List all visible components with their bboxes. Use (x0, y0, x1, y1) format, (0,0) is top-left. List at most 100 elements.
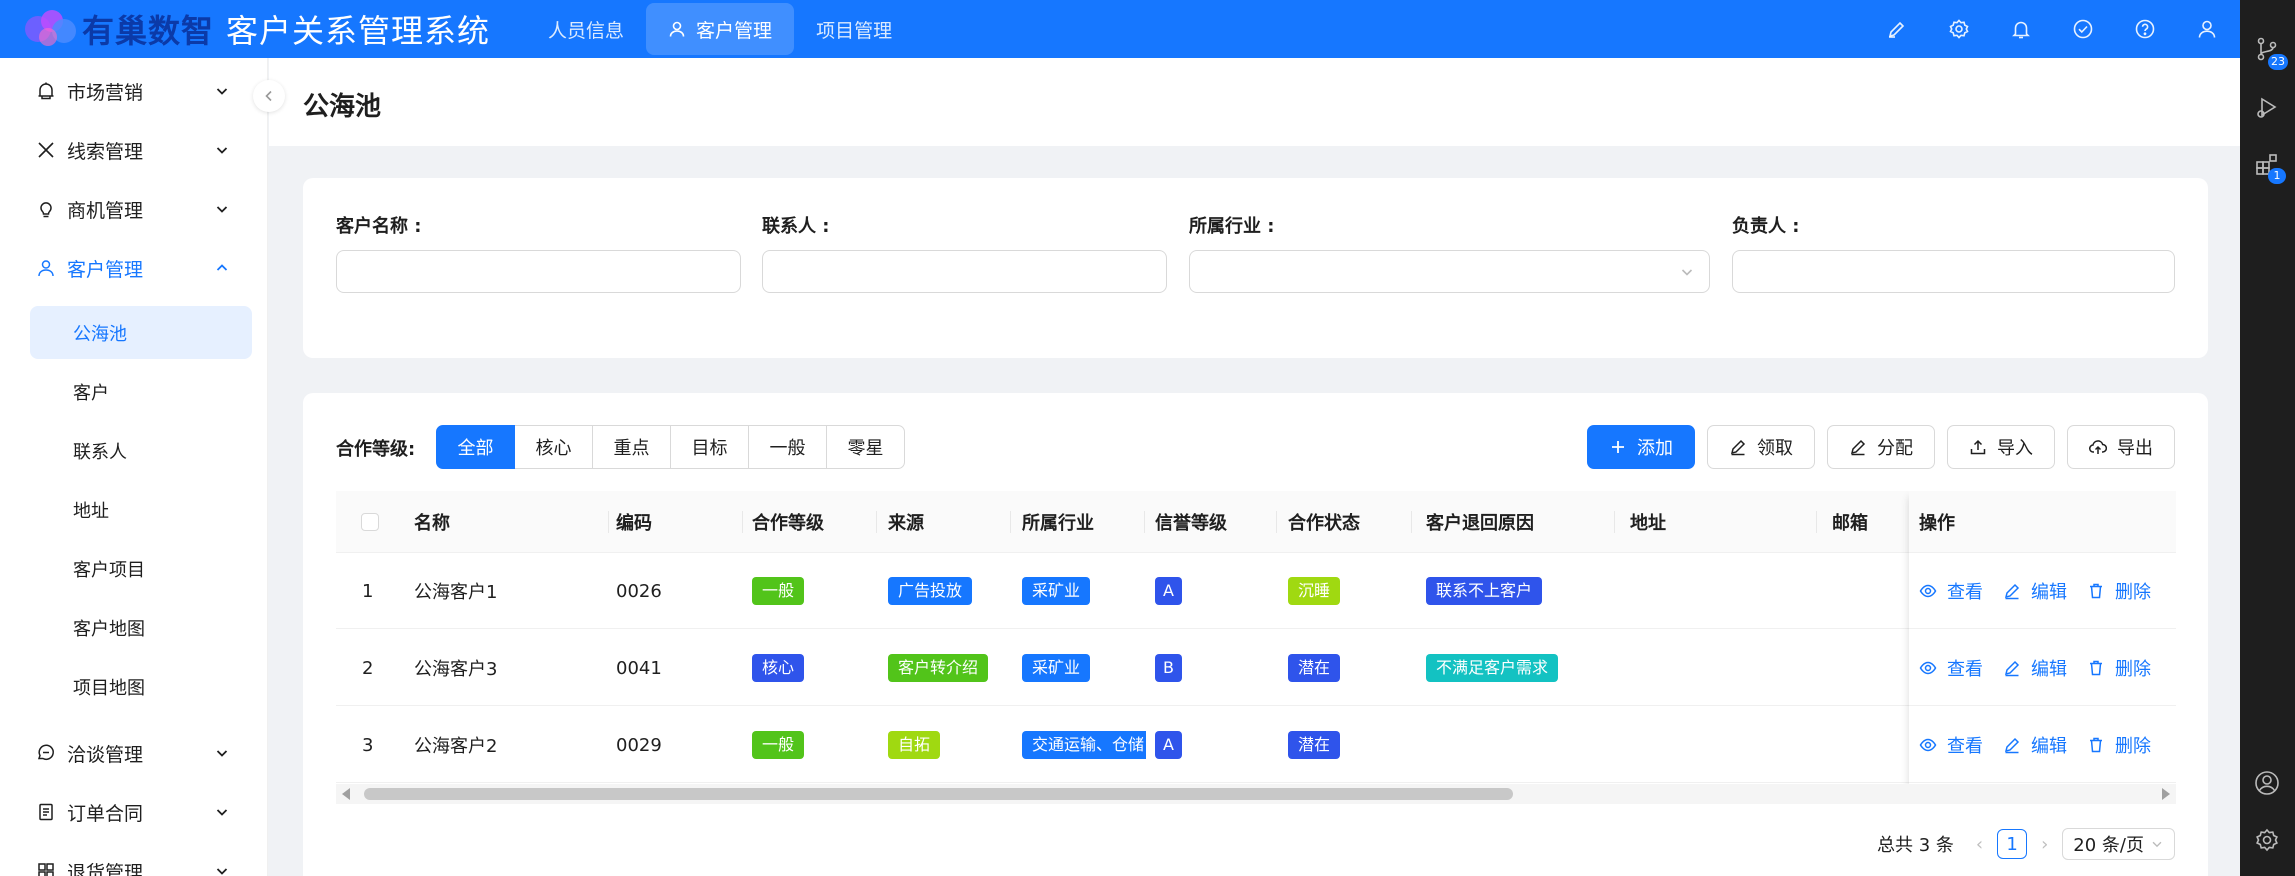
manage-gear-icon[interactable] (2254, 827, 2280, 853)
level-tag: 一般 (752, 577, 805, 605)
sidebar-item-label: 客户管理 (67, 258, 144, 281)
delete-link[interactable]: 删除 (2087, 655, 2151, 681)
sidebar-item-label: 退货管理 (67, 861, 144, 876)
brush-icon[interactable] (1886, 18, 1908, 40)
top-nav-projects[interactable]: 项目管理 (794, 3, 914, 55)
top-nav-label: 人员信息 (548, 19, 625, 42)
help-icon[interactable] (2134, 18, 2156, 40)
owner-label: 负责人 : (1732, 216, 1800, 237)
export-button[interactable]: 导出 (2067, 425, 2175, 469)
table-card: 合作等级: 全部 核心 重点 目标 一般 零星 添加 领取 分配 导入 导出 名… (303, 393, 2208, 876)
level-filter-core[interactable]: 核心 (514, 425, 593, 469)
import-button[interactable]: 导入 (1947, 425, 2055, 469)
checkbox[interactable] (361, 513, 379, 531)
source-tag: 客户转介绍 (888, 654, 989, 682)
edit-icon (2004, 583, 2020, 599)
view-link[interactable]: 查看 (1919, 578, 1983, 604)
credit-tag: B (1155, 654, 1182, 682)
sidebar-item-negotiation[interactable]: 洽谈管理 (0, 724, 268, 782)
level-filter-key[interactable]: 重点 (592, 425, 671, 469)
column-divider (1411, 511, 1412, 533)
sidebar-subitem-customer-map[interactable]: 客户地图 (30, 601, 252, 654)
customer-name-input[interactable] (336, 250, 741, 293)
row-index: 1 (362, 580, 374, 602)
sidebar-collapse-button[interactable] (253, 80, 285, 112)
level-filter-general[interactable]: 一般 (748, 425, 827, 469)
level-filter-target[interactable]: 目标 (670, 425, 749, 469)
sidebar-subitem-project-map[interactable]: 项目地图 (30, 660, 252, 713)
extensions-badge: 1 (2268, 168, 2286, 184)
select-all-checkbox[interactable] (361, 491, 379, 553)
sidebar-subitem-label: 客户项目 (73, 559, 145, 581)
chevron-down-icon (216, 88, 228, 95)
view-link[interactable]: 查看 (1919, 732, 1983, 758)
table-row[interactable]: 2 公海客户3 0041 核心 客户转介绍 采矿业 B 潜在 不满足客户需求 (336, 630, 2176, 706)
prev-page-icon[interactable]: ‹ (1976, 834, 1983, 855)
sidebar-subitem-customer-projects[interactable]: 客户项目 (30, 542, 252, 595)
sidebar-item-returns[interactable]: 退货管理 (0, 842, 268, 876)
chevron-down-icon (216, 809, 228, 816)
sidebar-item-customers[interactable]: 客户管理 (0, 239, 268, 297)
table-header: 名称 编码 合作等级 来源 所属行业 信誉等级 合作状态 客户退回原因 地址 邮… (336, 491, 2176, 553)
page-number-current[interactable]: 1 (1997, 829, 2028, 859)
table-row[interactable]: 3 公海客户2 0029 一般 自拓 交通运输、仓储 A 潜在 (336, 707, 2176, 783)
cooperation-level-label: 合作等级: (336, 439, 416, 460)
customer-name: 公海客户3 (414, 659, 498, 680)
scroll-right-arrow-icon[interactable] (2162, 788, 2170, 800)
edit-link[interactable]: 编辑 (2003, 732, 2067, 758)
delete-link[interactable]: 删除 (2087, 578, 2151, 604)
sidebar-subitem-public-pool[interactable]: 公海池 (30, 306, 252, 359)
horizontal-scrollbar[interactable] (336, 784, 2176, 804)
check-circle-icon[interactable] (2072, 18, 2094, 40)
run-debug-icon[interactable] (2254, 94, 2280, 120)
contact-input[interactable] (762, 250, 1167, 293)
industry-select[interactable] (1189, 250, 1710, 293)
claim-button[interactable]: 领取 (1707, 425, 1815, 469)
sidebar-item-marketing[interactable]: 市场营销 (0, 62, 268, 120)
add-button[interactable]: 添加 (1587, 425, 1695, 469)
sidebar-item-leads[interactable]: 线索管理 (0, 121, 268, 179)
owner-input[interactable] (1732, 250, 2175, 293)
edit-link[interactable]: 编辑 (2003, 655, 2067, 681)
top-nav-personnel[interactable]: 人员信息 (526, 3, 646, 55)
edit-link[interactable]: 编辑 (2003, 578, 2067, 604)
sidebar-subitem-label: 联系人 (73, 441, 127, 463)
table-row[interactable]: 1 公海客户1 0026 一般 广告投放 采矿业 A 沉睡 联系不上客户 (336, 553, 2176, 629)
source-tag: 广告投放 (888, 577, 973, 605)
user-icon (38, 260, 54, 277)
scroll-left-arrow-icon[interactable] (342, 788, 350, 800)
trash-icon (2090, 660, 2102, 675)
view-link[interactable]: 查看 (1919, 655, 1983, 681)
account-icon[interactable] (2254, 770, 2280, 796)
bell-icon[interactable] (2010, 18, 2032, 40)
industry-tag: 采矿业 (1022, 577, 1091, 605)
scrollbar-thumb[interactable] (364, 788, 1513, 800)
assign-button[interactable]: 分配 (1827, 425, 1935, 469)
edit-link-label: 编辑 (2031, 735, 2067, 757)
sidebar-subitem-address[interactable]: 地址 (30, 483, 252, 536)
page-size-select[interactable]: 20 条/页 (2062, 828, 2175, 860)
col-level: 合作等级 (752, 513, 824, 534)
col-name: 名称 (414, 513, 450, 534)
view-link-label: 查看 (1947, 581, 1983, 603)
return-reason-tag: 不满足客户需求 (1426, 654, 1559, 682)
level-filter-sporadic[interactable]: 零星 (826, 425, 905, 469)
search-form: 客户名称 : 联系人 : 所属行业 : 负责人 : (303, 178, 2208, 358)
delete-link[interactable]: 删除 (2087, 732, 2151, 758)
cloud-upload-icon (2089, 440, 2107, 454)
sidebar-subitem-customer[interactable]: 客户 (30, 365, 252, 418)
cooperation-level-segmented: 全部 核心 重点 目标 一般 零星 (436, 425, 905, 469)
level-tag: 核心 (752, 654, 805, 682)
status-tag: 沉睡 (1288, 577, 1341, 605)
page: 有巢数智 客户关系管理系统 人员信息 客户管理 项目管理 23 1 市场营销 线… (0, 0, 2295, 876)
sidebar-item-opportunities[interactable]: 商机管理 (0, 180, 268, 238)
next-page-icon[interactable]: › (2041, 834, 2048, 855)
side-rail: 23 1 (2240, 0, 2295, 876)
edit-link-label: 编辑 (2031, 581, 2067, 603)
user-icon[interactable] (2196, 18, 2218, 40)
level-filter-all[interactable]: 全部 (436, 425, 515, 469)
gear-icon[interactable] (1948, 18, 1970, 40)
sidebar-item-orders[interactable]: 订单合同 (0, 783, 268, 841)
sidebar-subitem-contacts[interactable]: 联系人 (30, 424, 252, 477)
top-nav-customers[interactable]: 客户管理 (646, 3, 795, 55)
